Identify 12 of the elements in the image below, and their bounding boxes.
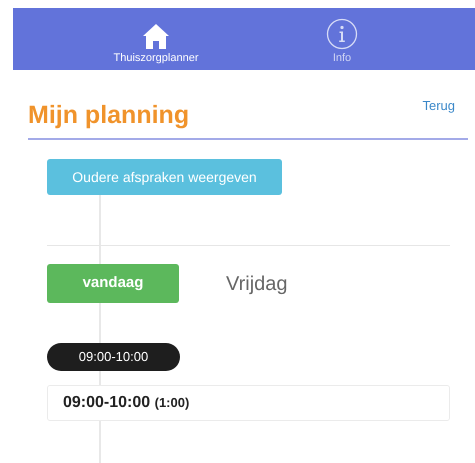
info-icon	[326, 18, 358, 50]
today-badge: vandaag	[47, 264, 179, 303]
home-icon	[141, 22, 171, 50]
tab[interactable]: Thuiszorgplanner	[63, 8, 249, 70]
back-link[interactable]: Terug	[422, 96, 455, 116]
time-pill: 09:00-10:00	[47, 343, 180, 371]
show-older-button[interactable]: Oudere afspraken weergeven	[47, 159, 282, 195]
appointment-card[interactable]: 09:00-10:00 (1:00)	[47, 385, 450, 421]
appointment-time: 09:00-10:00 (1:00)	[63, 393, 190, 413]
day-name: Vrijdag	[226, 272, 288, 296]
tab[interactable]: Info	[249, 8, 435, 70]
page-title: Mijn planning	[28, 100, 190, 130]
